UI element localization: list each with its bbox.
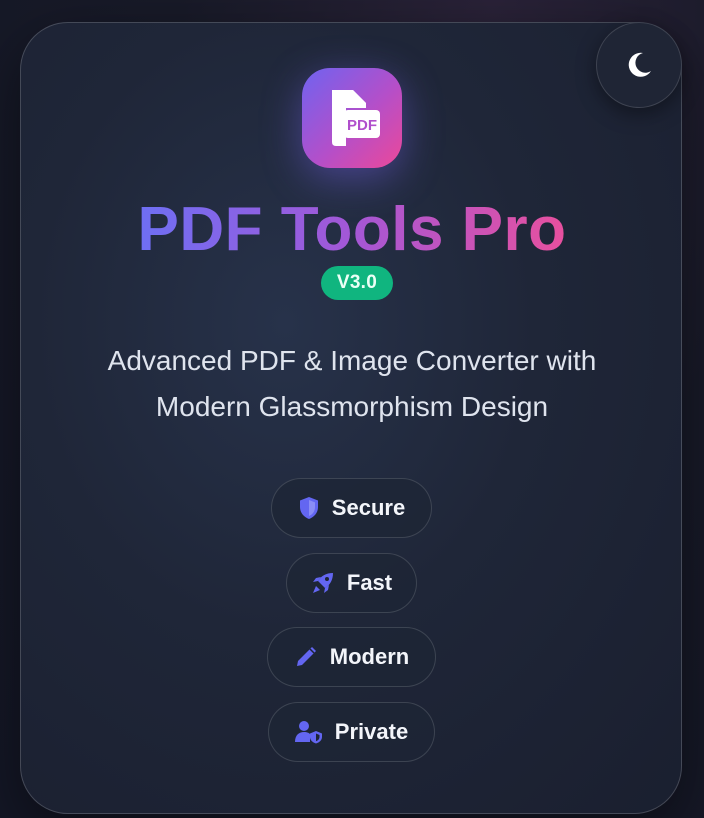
pdf-file-icon: PDF <box>332 90 380 146</box>
subtitle-line-2: Modern Glassmorphism Design <box>155 391 549 422</box>
feature-label: Secure <box>331 495 406 520</box>
subtitle-line-1: Advanced PDF & Image Converter with <box>107 345 597 376</box>
user-shield-icon <box>294 721 322 744</box>
svg-text:PDF: PDF <box>347 117 377 134</box>
theme-toggle-button[interactable] <box>596 22 682 108</box>
version-badge: V3.0 <box>321 266 393 300</box>
feature-pill-private: Private <box>268 702 435 762</box>
feature-pill-fast: Fast <box>286 553 417 613</box>
pen-icon <box>296 647 316 666</box>
app-logo: PDF <box>302 68 402 168</box>
feature-label: Modern <box>329 644 410 669</box>
shield-icon <box>299 497 318 519</box>
app-title-text: PDF Tools Pro <box>137 195 567 264</box>
moon-icon <box>628 52 651 77</box>
feature-pill-modern: Modern <box>267 627 436 687</box>
feature-label: Fast <box>346 570 393 595</box>
rocket-icon <box>312 573 333 593</box>
app-title: PDF Tools Pro <box>0 196 704 264</box>
feature-label: Private <box>334 719 409 744</box>
app-subtitle: Advanced PDF & Image Converter with Mode… <box>60 338 644 430</box>
feature-pill-secure: Secure <box>271 478 432 538</box>
